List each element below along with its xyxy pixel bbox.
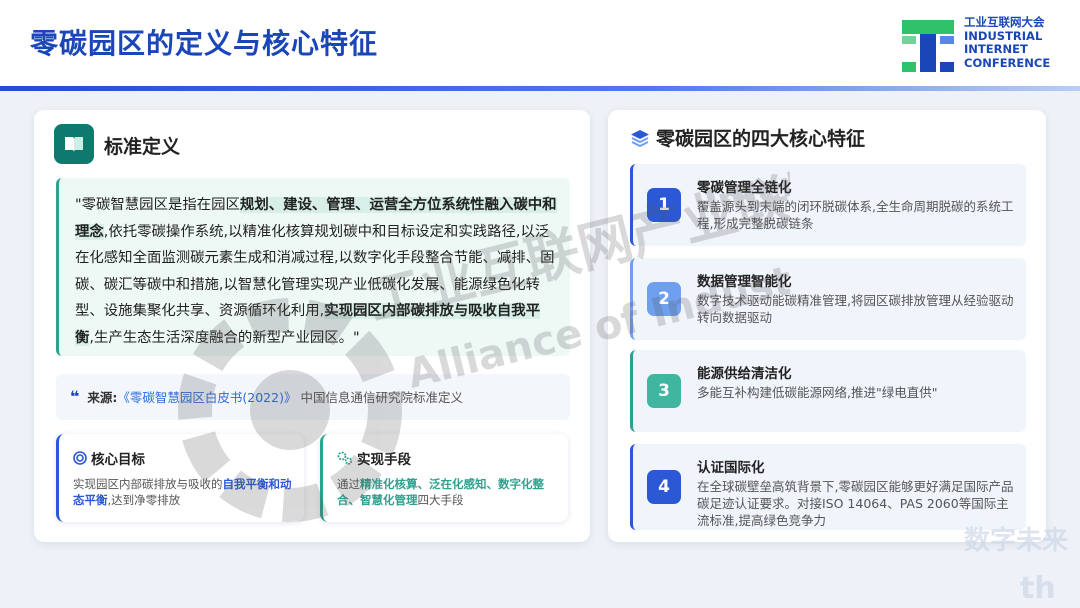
core-goal-card: 核心目标 实现园区内部碳排放与吸收的自我平衡和动态平衡,达到净零排放 bbox=[56, 434, 304, 522]
logo-line: INTERNET bbox=[964, 42, 1028, 56]
definition-panel: 标准定义 "零碳智慧园区是指在园区规划、建设、管理、运营全方位系统性融入碳中和理… bbox=[34, 110, 590, 542]
feature-desc: 覆盖源头到末端的闭环脱碳体系,全生命周期脱碳的系统工程,形成完整脱碳链条 bbox=[697, 199, 1014, 231]
feature-title: 零碳管理全链化 bbox=[697, 180, 792, 196]
source-label: 来源: bbox=[87, 390, 118, 405]
means-body: 通过精准化核算、泛在化感知、数字化整合、智慧化管理四大手段 bbox=[337, 476, 556, 508]
slide-header: 零碳园区的定义与核心特征 工业互联网大会 INDUSTRIAL INTERNET… bbox=[0, 0, 1080, 88]
card-text: ,达到净零排放 bbox=[107, 493, 181, 507]
layers-icon bbox=[631, 129, 649, 147]
features-title-text: 零碳园区的四大核心特征 bbox=[656, 128, 866, 150]
page-title: 零碳园区的定义与核心特征 bbox=[30, 27, 379, 60]
quote-text: ,生产生态生活深度融合的新型产业园区。" bbox=[89, 329, 360, 346]
card-text: 四大手段 bbox=[417, 493, 464, 507]
source-citation: ❝ 来源:《零碳智慧园区白皮书(2022)》 中国信息通信研究院标准定义 bbox=[56, 374, 570, 420]
feature-desc: 数字技术驱动能碳精准管理,将园区碳排放管理从经验驱动转向数据驱动 bbox=[697, 293, 1014, 325]
feature-number-badge: 3 bbox=[647, 374, 681, 408]
definition-quote: "零碳智慧园区是指在园区规划、建设、管理、运营全方位系统性融入碳中和理念,依托零… bbox=[56, 178, 570, 356]
feature-number-badge: 4 bbox=[647, 470, 681, 504]
card-title: 核心目标 bbox=[91, 452, 145, 468]
book-icon bbox=[54, 124, 94, 164]
means-card: 实现手段 通过精准化核算、泛在化感知、数字化整合、智慧化管理四大手段 bbox=[320, 434, 568, 522]
logo-line: INDUSTRIAL bbox=[964, 28, 1043, 43]
gears-icon bbox=[337, 451, 353, 465]
card-text: 通过 bbox=[337, 477, 360, 491]
corner-watermark-text: th bbox=[1020, 571, 1056, 606]
features-title: 零碳园区的四大核心特征 bbox=[630, 124, 865, 151]
definition-title: 标准定义 bbox=[104, 136, 181, 158]
logo-text: 工业互联网大会 INDUSTRIAL INTERNET CONFERENCE bbox=[964, 15, 1051, 70]
feature-item: 2 数据管理智能化 数字技术驱动能碳精准管理,将园区碳排放管理从经验驱动转向数据… bbox=[630, 258, 1026, 340]
feature-desc: 多能互补构建低碳能源网络,推进"绿电直供" bbox=[697, 385, 938, 400]
means-title: 实现手段 bbox=[337, 448, 556, 468]
conference-logo-mark-icon bbox=[902, 20, 954, 72]
source-book: 《零碳智慧园区白皮书(2022)》 bbox=[117, 390, 297, 405]
feature-desc: 在全球碳壁垒高筑背景下,零碳园区能够更好满足国际产品碳足迹认证要求。对接ISO … bbox=[697, 479, 1014, 528]
conference-logo: 工业互联网大会 INDUSTRIAL INTERNET CONFERENCE bbox=[900, 15, 1060, 76]
feature-item: 1 零碳管理全链化 覆盖源头到末端的闭环脱碳体系,全生命周期脱碳的系统工程,形成… bbox=[630, 164, 1026, 246]
quote-text: "零碳智慧园区是指在园区 bbox=[75, 197, 240, 213]
feature-title: 能源供给清洁化 bbox=[697, 366, 792, 382]
card-text: 实现园区内部碳排放与吸收的 bbox=[73, 477, 223, 491]
logo-line: 工业互联网大会 bbox=[964, 15, 1045, 29]
core-goal-body: 实现园区内部碳排放与吸收的自我平衡和动态平衡,达到净零排放 bbox=[73, 476, 292, 508]
core-goal-title: 核心目标 bbox=[73, 448, 292, 468]
feature-title: 数据管理智能化 bbox=[697, 274, 792, 290]
card-title: 实现手段 bbox=[357, 452, 411, 468]
feature-title: 认证国际化 bbox=[697, 460, 765, 476]
feature-item: 4 认证国际化 在全球碳壁垒高筑背景下,零碳园区能够更好满足国际产品碳足迹认证要… bbox=[630, 444, 1026, 530]
logo-line: CONFERENCE bbox=[964, 55, 1051, 70]
source-org: 中国信息通信研究院标准定义 bbox=[300, 390, 463, 405]
feature-number-badge: 2 bbox=[647, 282, 681, 316]
feature-number-badge: 1 bbox=[647, 188, 681, 222]
feature-item: 3 能源供给清洁化 多能互补构建低碳能源网络,推进"绿电直供" bbox=[630, 350, 1026, 432]
target-icon bbox=[73, 451, 87, 465]
header-divider bbox=[0, 86, 1080, 91]
quote-mark-icon: ❝ bbox=[70, 387, 80, 406]
features-panel: 零碳园区的四大核心特征 1 零碳管理全链化 覆盖源头到末端的闭环脱碳体系,全生命… bbox=[608, 110, 1046, 542]
